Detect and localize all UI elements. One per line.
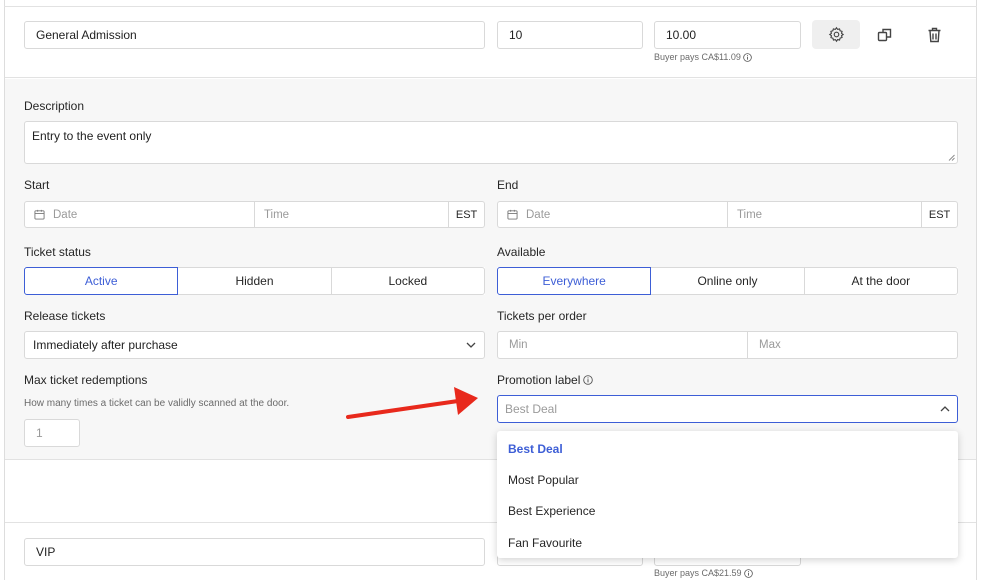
end-time-placeholder: Time (736, 208, 763, 221)
tickets-per-order-label: Tickets per order (497, 309, 587, 323)
promotion-option-best-experience[interactable]: Best Experience (508, 504, 595, 518)
status-option-locked[interactable]: Locked (330, 267, 485, 295)
vip-ticket-name-value: VIP (36, 545, 56, 559)
gear-icon (828, 26, 844, 43)
vip-buyer-pays-text: Buyer pays CA$21.59 (654, 568, 742, 578)
description-label: Description (24, 99, 85, 113)
start-datetime-group: Date Time EST (24, 201, 485, 228)
ticket-settings-button[interactable] (812, 20, 860, 49)
release-tickets-value: Immediately after purchase (33, 338, 178, 352)
available-option-everywhere[interactable]: Everywhere (497, 267, 652, 295)
start-date-placeholder: Date (53, 208, 78, 221)
start-timezone: EST (448, 202, 484, 227)
promotion-label-heading: Promotion label (497, 373, 594, 387)
tickets-per-order-group: Min Max (497, 331, 958, 359)
max-redemptions-placeholder: 1 (36, 426, 43, 440)
max-placeholder: Max (759, 339, 781, 351)
info-icon[interactable] (743, 52, 752, 62)
description-textarea[interactable]: Entry to the event only (24, 121, 958, 164)
max-redemptions-hint: How many times a ticket can be validly s… (24, 398, 290, 409)
release-tickets-select[interactable]: Immediately after purchase (24, 331, 485, 359)
ticket-price-value: 10.00 (666, 28, 697, 42)
min-per-order-input[interactable]: Min (498, 332, 747, 358)
end-date-placeholder: Date (526, 208, 551, 221)
annotation-arrow-icon (346, 387, 478, 419)
buyer-pays-note: Buyer pays CA$11.09 (654, 51, 752, 63)
promotion-label-placeholder: Best Deal (505, 402, 558, 416)
available-option-at-the-door[interactable]: At the door (803, 267, 958, 295)
vip-buyer-pays-note: Buyer pays CA$21.59 (654, 567, 753, 579)
start-date-input[interactable]: Date (25, 202, 254, 227)
start-timezone-value: EST (455, 208, 478, 221)
ticket-status-toggle: Active Hidden Locked (24, 267, 485, 295)
promotion-option-most-popular[interactable]: Most Popular (508, 473, 579, 487)
promotion-label-select[interactable]: Best Deal (497, 395, 958, 423)
min-placeholder: Min (509, 339, 528, 351)
available-label: Available (497, 245, 546, 259)
end-timezone-value: EST (928, 208, 951, 221)
release-tickets-label: Release tickets (24, 309, 106, 323)
copy-icon (877, 28, 892, 42)
ticket-quantity-input[interactable]: 10 (497, 21, 643, 49)
promotion-label-dropdown: Best Deal Most Popular Best Experience F… (497, 431, 958, 558)
ticket-status-label: Ticket status (24, 245, 91, 259)
ticket-price-input[interactable]: 10.00 (654, 21, 801, 49)
promotion-option-fan-favourite[interactable]: Fan Favourite (508, 536, 582, 550)
max-per-order-input[interactable]: Max (747, 332, 957, 358)
end-label: End (497, 178, 519, 192)
calendar-icon (507, 209, 518, 220)
resize-handle-icon[interactable] (948, 154, 955, 161)
vip-ticket-name-input[interactable]: VIP (24, 538, 485, 566)
max-redemptions-input[interactable]: 1 (24, 419, 80, 447)
delete-ticket-button[interactable] (921, 22, 947, 48)
status-option-active[interactable]: Active (24, 267, 179, 295)
ticket-name-input[interactable]: General Admission (24, 21, 485, 49)
info-icon[interactable] (583, 375, 594, 385)
duplicate-ticket-button[interactable] (872, 22, 898, 48)
description-value: Entry to the event only (32, 129, 152, 143)
calendar-icon (34, 209, 45, 220)
status-option-hidden[interactable]: Hidden (177, 267, 332, 295)
promotion-label-text: Promotion label (497, 373, 581, 387)
end-datetime-group: Date Time EST (497, 201, 958, 228)
trash-icon (928, 27, 940, 43)
chevron-up-icon (940, 406, 950, 412)
end-timezone: EST (921, 202, 957, 227)
start-time-input[interactable]: Time (253, 202, 448, 227)
chevron-down-icon (466, 342, 476, 348)
end-date-input[interactable]: Date (498, 202, 727, 227)
buyer-pays-text: Buyer pays CA$11.09 (654, 52, 741, 62)
start-label: Start (24, 178, 50, 192)
ticket-name-value: General Admission (36, 28, 137, 42)
end-time-input[interactable]: Time (726, 202, 921, 227)
ticket-quantity-value: 10 (509, 28, 523, 42)
info-icon[interactable] (743, 568, 753, 578)
available-toggle: Everywhere Online only At the door (497, 267, 958, 295)
available-option-online-only[interactable]: Online only (650, 267, 805, 295)
promotion-option-best-deal[interactable]: Best Deal (508, 442, 563, 456)
max-redemptions-label: Max ticket redemptions (24, 373, 148, 387)
card-border-right (976, 0, 977, 580)
start-time-placeholder: Time (263, 208, 290, 221)
